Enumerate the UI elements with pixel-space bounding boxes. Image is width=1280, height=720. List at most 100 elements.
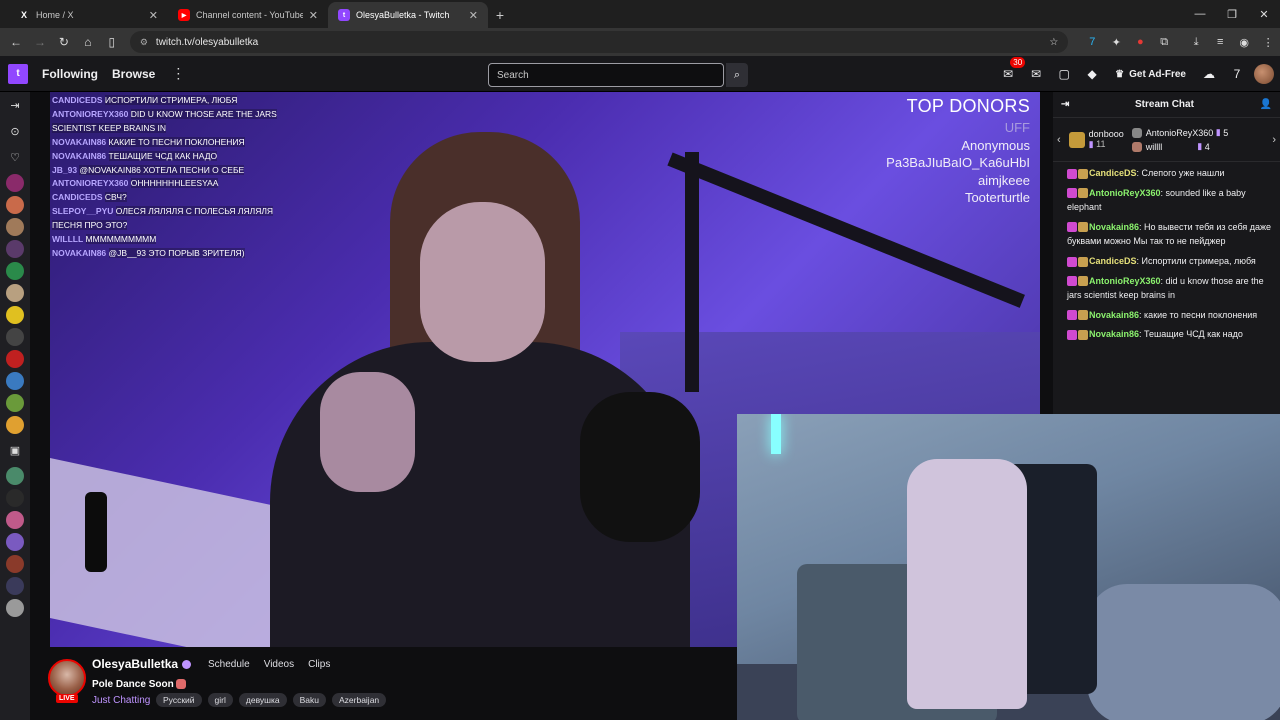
- channel-avatar-large[interactable]: [48, 659, 86, 697]
- tag-pill[interactable]: Azerbaijan: [331, 693, 387, 707]
- twitch-logo-icon[interactable]: t: [8, 63, 28, 84]
- url-field[interactable]: ⚙ twitch.tv/olesyabulletka ☆: [129, 31, 1069, 53]
- minimize-icon[interactable]: —: [1184, 0, 1216, 28]
- chevron-right-icon[interactable]: ›: [1272, 134, 1276, 146]
- led-light: [771, 414, 781, 454]
- collapse-chat-icon[interactable]: ⇥: [1061, 99, 1069, 110]
- channel-avatar[interactable]: [6, 394, 24, 412]
- browser-menu-icon[interactable]: ⋮: [1256, 30, 1280, 54]
- maximize-icon[interactable]: ❐: [1216, 0, 1248, 28]
- more-options-icon[interactable]: ⋮: [171, 65, 185, 82]
- user-avatar[interactable]: [1254, 64, 1274, 84]
- crown-icon: ♛: [1115, 68, 1125, 80]
- tab-home-x[interactable]: X Home / X ✕: [8, 2, 168, 28]
- reload-icon[interactable]: ↻: [52, 30, 76, 54]
- gift-icon: [1131, 141, 1142, 152]
- chat-username[interactable]: Novakain86: [1089, 310, 1139, 320]
- tab-videos[interactable]: Videos: [264, 659, 294, 670]
- channel-avatar[interactable]: [6, 174, 24, 192]
- community-icon[interactable]: 👤: [1260, 99, 1272, 110]
- activity-feed-icon[interactable]: ▢: [1053, 63, 1075, 85]
- tag-pill[interactable]: Baku: [292, 693, 326, 707]
- downloads-icon[interactable]: ⤓: [1184, 30, 1208, 54]
- chat-username[interactable]: Novakain86: [1089, 329, 1139, 339]
- camera-icon[interactable]: ▣: [0, 437, 30, 463]
- gifter-count-row: ▮ 11: [1089, 139, 1124, 150]
- new-tab-button[interactable]: +: [488, 2, 512, 28]
- gifters-column: AntonioReyX360 ▮ 5 willll ▮ 4: [1131, 127, 1228, 152]
- close-tab-icon[interactable]: ✕: [309, 9, 318, 22]
- category-link[interactable]: Just Chatting: [92, 695, 150, 706]
- overlay-chat-line: SLEPOY__PYU ОЛЕСЯ ЛЯЛЯЛЯ С ПОЛЕСЬЯ ЛЯЛЯЛ…: [52, 205, 292, 233]
- heart-icon[interactable]: ♡: [0, 144, 30, 170]
- split-view-icon[interactable]: ▯: [100, 30, 124, 54]
- chat-username[interactable]: CandiceDS: [1089, 256, 1137, 266]
- close-tab-icon[interactable]: ✕: [149, 9, 158, 22]
- top-donors-overlay: TOP DONORS UFF Anonymous Pa3BaJIuBaIO_Ka…: [886, 97, 1030, 206]
- expand-rail-icon[interactable]: ⇥: [0, 92, 30, 118]
- overlay-chat-username: WILLLL: [52, 234, 84, 245]
- search-icon[interactable]: ⌕: [726, 63, 748, 87]
- extension-7tv-icon[interactable]: 7: [1080, 30, 1104, 54]
- close-tab-icon[interactable]: ✕: [469, 9, 478, 22]
- bits-icon[interactable]: ◆: [1081, 63, 1103, 85]
- tab-youtube-studio[interactable]: ▶ Channel content - YouTube Stu ✕: [168, 2, 328, 28]
- get-ad-free-button[interactable]: ♛ Get Ad-Free: [1109, 63, 1192, 85]
- extensions-puzzle-icon[interactable]: ⧉: [1152, 30, 1176, 54]
- cam-clothes-pile: [1087, 584, 1280, 720]
- channel-name[interactable]: OlesyaBulletka: [92, 657, 192, 671]
- channel-avatar[interactable]: [6, 284, 24, 302]
- chat-username[interactable]: CandiceDS: [1089, 168, 1137, 178]
- channel-avatar[interactable]: [6, 240, 24, 258]
- chat-message: AntonioReyX360: did u know those are the…: [1067, 274, 1274, 303]
- channel-avatar[interactable]: [6, 196, 24, 214]
- whispers-icon[interactable]: ✉: [1025, 63, 1047, 85]
- extension-red-icon[interactable]: ●: [1128, 30, 1152, 54]
- channel-avatar[interactable]: [6, 489, 24, 507]
- channel-avatar[interactable]: [6, 533, 24, 551]
- nav-browse[interactable]: Browse: [112, 67, 155, 81]
- nav-following[interactable]: Following: [42, 67, 98, 81]
- tab-clips[interactable]: Clips: [308, 659, 330, 670]
- channel-avatar[interactable]: [6, 577, 24, 595]
- reading-list-icon[interactable]: ≡: [1208, 30, 1232, 54]
- cloud-extension-icon[interactable]: ☁: [1198, 63, 1220, 85]
- site-info-icon[interactable]: ⚙: [140, 37, 148, 48]
- channel-info-bar: LIVE OlesyaBulletka Schedule Videos Clip…: [30, 647, 737, 720]
- following-icon[interactable]: ⊙: [0, 118, 30, 144]
- chat-title: Stream Chat: [1135, 99, 1194, 110]
- tag-pill[interactable]: girl: [207, 693, 233, 707]
- bookmark-star-icon[interactable]: ☆: [1049, 37, 1058, 48]
- forward-icon[interactable]: →: [28, 30, 52, 54]
- back-icon[interactable]: ←: [4, 30, 28, 54]
- channel-avatar[interactable]: [6, 328, 24, 346]
- chevron-left-icon[interactable]: ‹: [1057, 134, 1061, 146]
- tag-pill[interactable]: Русский: [156, 693, 202, 707]
- chat-username[interactable]: AntonioReyX360: [1089, 188, 1161, 198]
- overlay-chat-line: NOVAKAIN86 @JB__93 ЭТО ПОРЫВ ЗРИТЕЛЯ): [52, 247, 292, 261]
- chat-username[interactable]: Novakain86: [1089, 222, 1139, 232]
- close-window-icon[interactable]: ✕: [1248, 0, 1280, 28]
- search-input[interactable]: Search: [488, 63, 724, 87]
- tab-twitch[interactable]: t OlesyaBulletka - Twitch ✕: [328, 2, 488, 28]
- channel-avatar[interactable]: [6, 555, 24, 573]
- 7tv-icon[interactable]: 7: [1226, 63, 1248, 85]
- channel-avatar[interactable]: [6, 218, 24, 236]
- webcam-overlay-video[interactable]: [737, 414, 1280, 720]
- channel-avatar[interactable]: [6, 350, 24, 368]
- tag-pill[interactable]: девушка: [238, 693, 287, 707]
- home-icon[interactable]: ⌂: [76, 30, 100, 54]
- channel-avatar[interactable]: [6, 511, 24, 529]
- chat-username[interactable]: AntonioReyX360: [1089, 276, 1161, 286]
- notifications-icon[interactable]: ✉ 30: [997, 57, 1026, 85]
- channel-avatar[interactable]: [6, 262, 24, 280]
- channel-avatar[interactable]: [6, 372, 24, 390]
- channel-avatar[interactable]: [6, 467, 24, 485]
- gift-badge-icon: [1078, 256, 1088, 267]
- tab-schedule[interactable]: Schedule: [208, 659, 250, 670]
- channel-avatar[interactable]: [6, 416, 24, 434]
- channel-avatar[interactable]: [6, 306, 24, 324]
- profile-avatar-icon[interactable]: ◉: [1232, 30, 1256, 54]
- channel-avatar[interactable]: [6, 599, 24, 617]
- extension-pin-icon[interactable]: ✦: [1104, 30, 1128, 54]
